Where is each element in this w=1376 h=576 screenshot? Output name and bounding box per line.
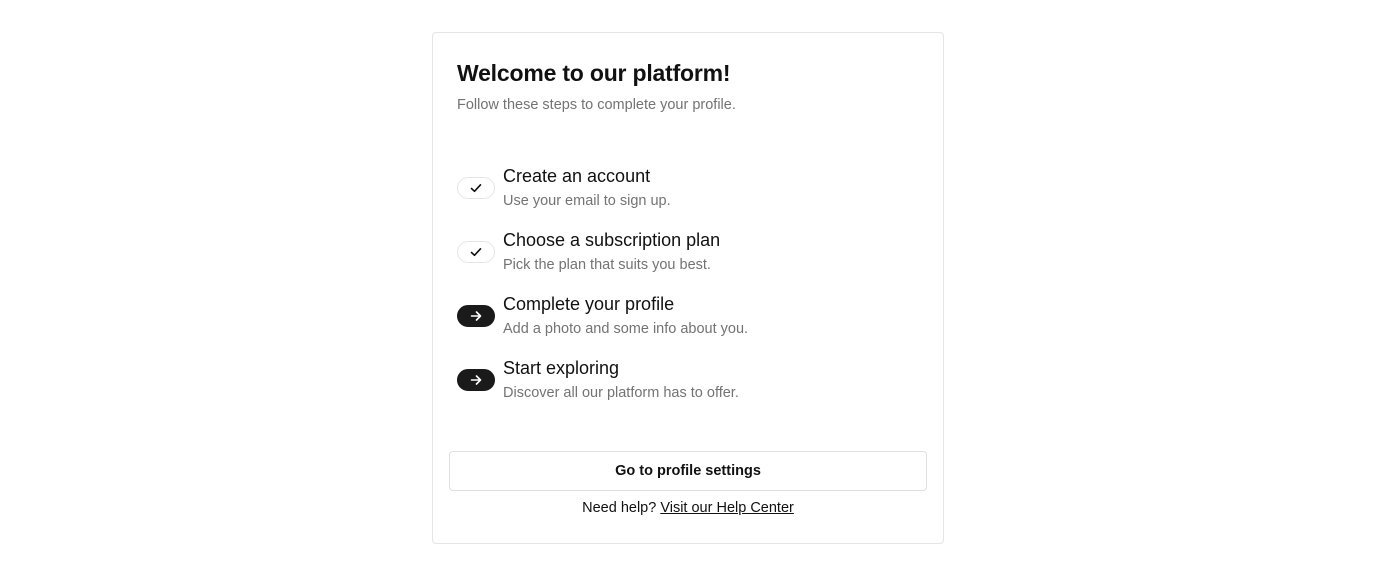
step-description: Add a photo and some info about you.: [503, 321, 749, 337]
step-item: Choose a subscription plan Pick the plan…: [457, 229, 927, 293]
onboarding-card: Welcome to our platform! Follow these st…: [432, 32, 944, 544]
step-title: Start exploring: [503, 358, 620, 378]
check-icon: [457, 241, 495, 263]
profile-settings-button[interactable]: Go to profile settings: [449, 451, 927, 491]
help-prompt: Need help?: [582, 500, 657, 516]
steps-list: Create an account Use your email to sign…: [457, 165, 927, 421]
step-item: Complete your profile Add a photo and so…: [457, 293, 927, 357]
page-title: Welcome to our platform!: [457, 60, 731, 86]
step-item: Start exploring Discover all our platfor…: [457, 357, 927, 421]
step-title: Create an account: [503, 166, 651, 186]
help-text: Need help? Visit our Help Center: [433, 500, 943, 516]
step-title: Complete your profile: [503, 294, 675, 314]
arrow-right-icon: [457, 305, 495, 327]
step-description: Use your email to sign up.: [503, 193, 671, 209]
step-item: Create an account Use your email to sign…: [457, 165, 927, 229]
page-subtitle: Follow these steps to complete your prof…: [457, 97, 736, 113]
step-description: Discover all our platform has to offer.: [503, 385, 739, 401]
step-description: Pick the plan that suits you best.: [503, 257, 711, 273]
help-center-link[interactable]: Visit our Help Center: [660, 500, 794, 516]
step-title: Choose a subscription plan: [503, 230, 721, 250]
arrow-right-icon: [457, 369, 495, 391]
check-icon: [457, 177, 495, 199]
